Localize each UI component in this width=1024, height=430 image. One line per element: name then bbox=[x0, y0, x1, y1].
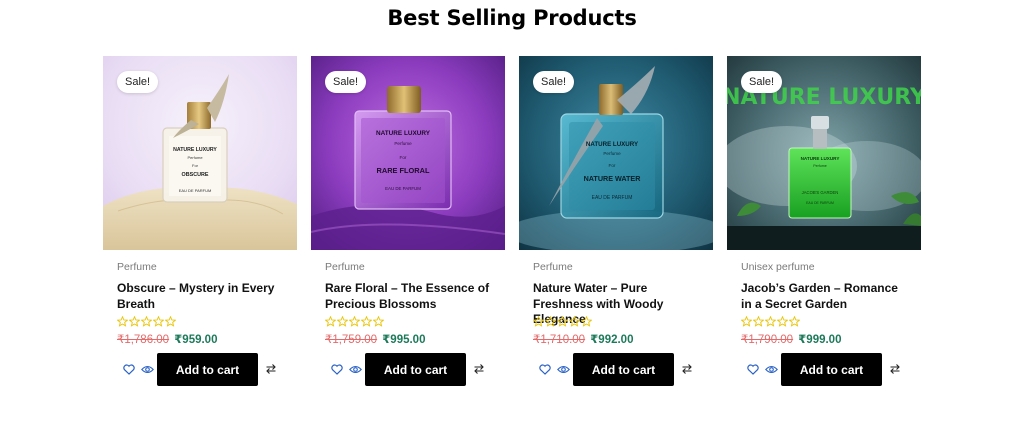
heart-icon[interactable] bbox=[123, 364, 135, 375]
section-title: Best Selling Products bbox=[387, 6, 637, 30]
bottle-brand: NATURE LUXURY bbox=[586, 141, 639, 148]
compare-arrows-icon[interactable] bbox=[265, 363, 277, 375]
bottle-line: Perfume bbox=[394, 141, 412, 146]
star-outline-icon bbox=[753, 316, 764, 327]
star-rating bbox=[533, 316, 703, 330]
product-category[interactable]: Unisex perfume bbox=[741, 261, 911, 273]
compare-arrows-icon[interactable] bbox=[889, 363, 901, 375]
star-outline-icon bbox=[533, 316, 544, 327]
bottle-brand: NATURE LUXURY bbox=[173, 147, 217, 153]
product-title[interactable]: Obscure – Mystery in Every Breath bbox=[117, 281, 287, 312]
sale-price: ₹995.00 bbox=[382, 334, 426, 346]
star-outline-icon bbox=[141, 316, 152, 327]
compare-arrows-icon[interactable] bbox=[473, 363, 485, 375]
product-image[interactable]: NATURE LUXURY Perfume For NATURE WATER E… bbox=[519, 56, 713, 250]
sale-price: ₹992.00 bbox=[590, 334, 634, 346]
eye-icon[interactable] bbox=[765, 364, 778, 375]
bottle-line: For bbox=[400, 155, 407, 160]
add-to-cart-button[interactable]: Add to cart bbox=[157, 353, 258, 386]
sale-badge: Sale! bbox=[741, 71, 783, 93]
product-category[interactable]: Perfume bbox=[117, 261, 287, 273]
bottle-line: For bbox=[192, 163, 199, 168]
star-outline-icon bbox=[337, 316, 348, 327]
star-outline-icon bbox=[349, 316, 360, 327]
bottle-name: NATURE WATER bbox=[584, 174, 642, 183]
bottle-line: For bbox=[609, 163, 616, 168]
star-rating bbox=[741, 316, 911, 330]
product-price: ₹1,759.00 ₹995.00 bbox=[325, 332, 495, 346]
star-rating bbox=[117, 316, 287, 330]
compare-arrows-icon[interactable] bbox=[681, 363, 693, 375]
product-price: ₹1,710.00 ₹992.00 bbox=[533, 332, 703, 346]
original-price: ₹1,759.00 bbox=[325, 334, 378, 346]
star-rating bbox=[325, 316, 495, 330]
bottle-line: Perfume bbox=[187, 155, 203, 160]
add-to-cart-button[interactable]: Add to cart bbox=[573, 353, 674, 386]
product-title[interactable]: Nature Water – Pure Freshness with Woody… bbox=[533, 281, 703, 326]
product-title[interactable]: Rare Floral – The Essence of Precious Bl… bbox=[325, 281, 495, 312]
star-outline-icon bbox=[777, 316, 788, 327]
original-price: ₹1,710.00 bbox=[533, 334, 586, 346]
star-outline-icon bbox=[581, 316, 592, 327]
bottle-footer: EAU DE PARFUM bbox=[179, 188, 212, 193]
star-outline-icon bbox=[789, 316, 800, 327]
bottle-brand: NATURE LUXURY bbox=[376, 130, 431, 137]
sale-badge: Sale! bbox=[117, 71, 159, 93]
star-outline-icon bbox=[361, 316, 372, 327]
product-card[interactable]: NATURE LUXURY Perfume For RARE FLORAL EA… bbox=[311, 56, 505, 396]
original-price: ₹1,786.00 bbox=[117, 334, 170, 346]
star-outline-icon bbox=[741, 316, 752, 327]
star-outline-icon bbox=[569, 316, 580, 327]
product-category[interactable]: Perfume bbox=[325, 261, 495, 273]
add-to-cart-button[interactable]: Add to cart bbox=[365, 353, 466, 386]
product-price: ₹1,786.00 ₹959.00 bbox=[117, 332, 287, 346]
bottle-name: RARE FLORAL bbox=[377, 166, 430, 175]
star-outline-icon bbox=[557, 316, 568, 327]
eye-icon[interactable] bbox=[141, 364, 154, 375]
star-outline-icon bbox=[545, 316, 556, 327]
sale-price: ₹999.00 bbox=[798, 334, 842, 346]
bottle-footer: EAU DE PARFUM bbox=[806, 201, 834, 205]
star-outline-icon bbox=[325, 316, 336, 327]
sale-badge: Sale! bbox=[325, 71, 367, 93]
heart-icon[interactable] bbox=[331, 364, 343, 375]
product-actions: Add to cart bbox=[519, 353, 713, 386]
star-outline-icon bbox=[165, 316, 176, 327]
product-actions: Add to cart bbox=[103, 353, 297, 386]
star-outline-icon bbox=[373, 316, 384, 327]
sale-badge: Sale! bbox=[533, 71, 575, 93]
product-card[interactable]: NATURE LUXURY NATURE LUXURY Perfume JACO… bbox=[727, 56, 921, 396]
product-image[interactable]: NATURE LUXURY Perfume For OBSCURE EAU DE… bbox=[103, 56, 297, 250]
original-price: ₹1,790.00 bbox=[741, 334, 794, 346]
bottle-brand: NATURE LUXURY bbox=[801, 156, 840, 161]
star-outline-icon bbox=[153, 316, 164, 327]
bottle-footer: EAU DE PARFUM bbox=[385, 186, 421, 191]
add-to-cart-button[interactable]: Add to cart bbox=[781, 353, 882, 386]
bottle-footer: EAU DE PARFUM bbox=[592, 195, 633, 201]
sale-price: ₹959.00 bbox=[174, 334, 218, 346]
heart-icon[interactable] bbox=[747, 364, 759, 375]
star-outline-icon bbox=[129, 316, 140, 327]
product-image[interactable]: NATURE LUXURY Perfume For RARE FLORAL EA… bbox=[311, 56, 505, 250]
product-card[interactable]: NATURE LUXURY Perfume For NATURE WATER E… bbox=[519, 56, 713, 396]
bottle-line: Perfume bbox=[603, 151, 621, 156]
product-image[interactable]: NATURE LUXURY NATURE LUXURY Perfume JACO… bbox=[727, 56, 921, 250]
product-actions: Add to cart bbox=[727, 353, 921, 386]
product-category[interactable]: Perfume bbox=[533, 261, 703, 273]
product-card[interactable]: NATURE LUXURY Perfume For OBSCURE EAU DE… bbox=[103, 56, 297, 396]
star-outline-icon bbox=[117, 316, 128, 327]
bottle-name: JACOB'S GARDEN bbox=[802, 190, 839, 195]
star-outline-icon bbox=[765, 316, 776, 327]
bottle-line: Perfume bbox=[813, 164, 827, 168]
heart-icon[interactable] bbox=[539, 364, 551, 375]
bottle-name: OBSCURE bbox=[182, 172, 209, 178]
product-price: ₹1,790.00 ₹999.00 bbox=[741, 332, 911, 346]
eye-icon[interactable] bbox=[349, 364, 362, 375]
product-actions: Add to cart bbox=[311, 353, 505, 386]
product-title[interactable]: Jacob’s Garden – Romance in a Secret Gar… bbox=[741, 281, 911, 312]
eye-icon[interactable] bbox=[557, 364, 570, 375]
